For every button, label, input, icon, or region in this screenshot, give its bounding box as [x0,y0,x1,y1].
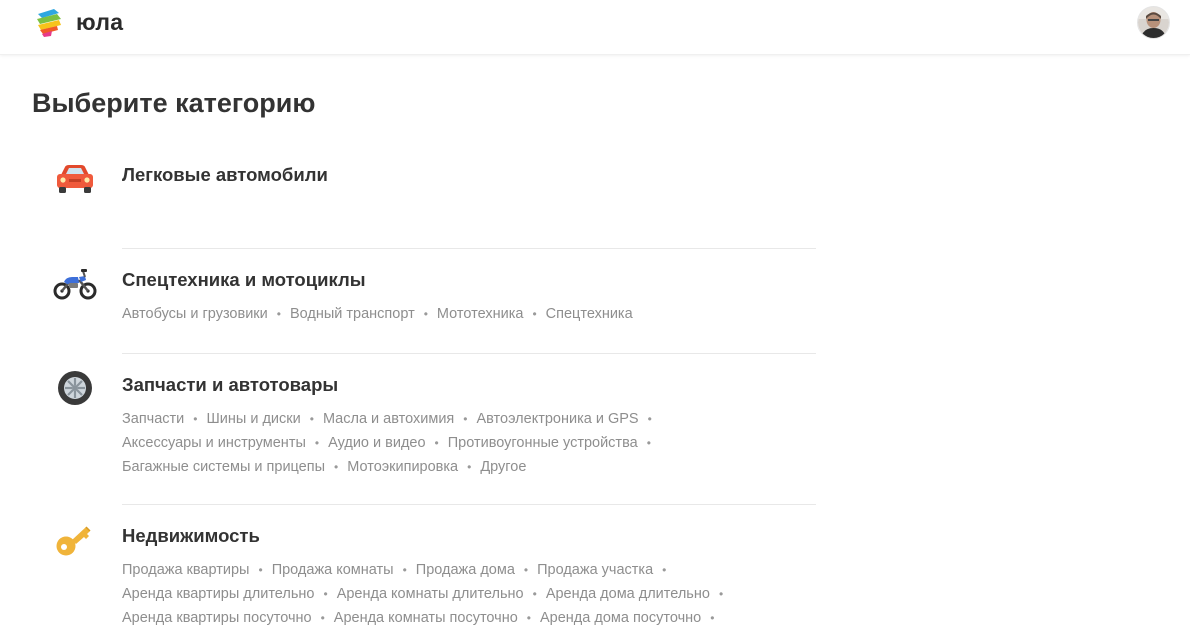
bullet-separator: • [423,307,428,321]
subcategory-link[interactable]: Продажа квартиры [122,562,249,578]
bullet-separator: • [647,412,652,426]
subcategory-line: Аренда квартиры длительно • Аренда комнаты… [122,584,732,604]
subcategory-link[interactable]: Противоугонные устройства [448,435,638,451]
subcategory-line: Аренда квартиры посуточно • Аренда комнаты… [122,608,723,628]
subcategory-link[interactable]: Продажа участка [537,562,653,578]
subcategory-link[interactable]: Аренда дома длительно [546,586,710,602]
subcategory-link[interactable]: Мотоэкипировка [347,459,458,475]
bullet-separator: • [710,611,715,625]
subcategory-line: Аксессуары и инструменты • Аудио и видео • П… [122,433,660,453]
category-divider [122,353,816,354]
subcategory-link[interactable]: Аренда комнаты посуточно [334,610,518,626]
subcategory-link[interactable]: Аксессуары и инструменты [122,435,306,451]
bullet-separator: • [718,587,724,601]
category-divider [122,504,816,505]
subcategory-link[interactable]: Продажа комнаты [272,562,394,578]
yula-logo-icon [37,9,61,37]
subcategory-link[interactable]: Запчасти [122,411,184,427]
motorcycle-icon [53,269,97,300]
bullet-separator: • [193,412,198,426]
subcategory-link[interactable]: Аренда комнаты длительно [337,586,524,602]
bullet-separator: • [532,587,537,601]
subcategory-link[interactable]: Аренда квартиры длительно [122,586,314,602]
bullet-separator: • [276,307,281,321]
avatar-photo-icon [1138,7,1169,38]
category-title[interactable]: Недвижимость [122,524,260,548]
bullet-separator: • [467,460,472,474]
bullet-separator: • [526,611,531,625]
page-title: Выберите категорию [32,88,316,118]
bullet-separator: • [463,412,468,426]
bullet-separator: • [314,436,320,450]
wheel-icon [58,371,92,405]
car-icon [57,165,93,193]
subcategory-line: Автобусы и грузовики • Водный транспорт • Мо… [122,304,633,324]
bullet-separator: • [320,611,325,625]
category-title[interactable]: Спецтехника и мотоциклы [122,268,366,292]
category-title[interactable]: Запчасти и автотовары [122,373,338,397]
bullet-separator: • [309,412,314,426]
bullet-separator: • [662,563,667,577]
subcategory-line: Багажные системы и прицепы • Мотоэкипировк… [122,457,526,477]
logo[interactable]: юла [32,5,123,39]
subcategory-link[interactable]: Водный транспорт [290,306,415,322]
bullet-separator: • [334,460,339,474]
subcategory-link[interactable]: Багажные системы и прицепы [122,459,325,475]
key-icon [56,526,91,556]
subcategory-line: Запчасти • Шины и диски • Масла и автохимия •… [122,409,661,429]
subcategory-line: Продажа квартиры • Продажа комнаты • Продажа… [122,560,675,580]
bullet-separator: • [523,563,529,577]
bullet-separator: • [323,587,328,601]
subcategory-link[interactable]: Мототехника [437,306,524,322]
subcategory-link[interactable]: Спецтехника [546,306,633,322]
subcategory-link[interactable]: Аренда квартиры посуточно [122,610,312,626]
bullet-separator: • [434,436,439,450]
category-divider [122,248,816,249]
subcategory-link[interactable]: Другое [480,459,526,475]
subcategory-link[interactable]: Автобусы и грузовики [122,306,268,322]
bullet-separator: • [258,563,263,577]
subcategory-link[interactable]: Масла и автохимия [323,411,454,427]
subcategory-link[interactable]: Продажа дома [416,562,515,578]
subcategory-link[interactable]: Шины и диски [207,411,301,427]
subcategory-link[interactable]: Аренда дома посуточно [540,610,701,626]
top-header: юла [0,0,1190,55]
logo-text: юла [76,9,124,35]
bullet-separator: • [646,436,651,450]
subcategory-link[interactable]: Аудио и видео [328,435,425,451]
category-title[interactable]: Легковые автомобили [122,163,328,187]
subcategory-link[interactable]: Автоэлектроника и GPS [476,411,638,427]
bullet-separator: • [532,307,537,321]
bullet-separator: • [402,563,407,577]
user-avatar[interactable] [1137,6,1170,39]
